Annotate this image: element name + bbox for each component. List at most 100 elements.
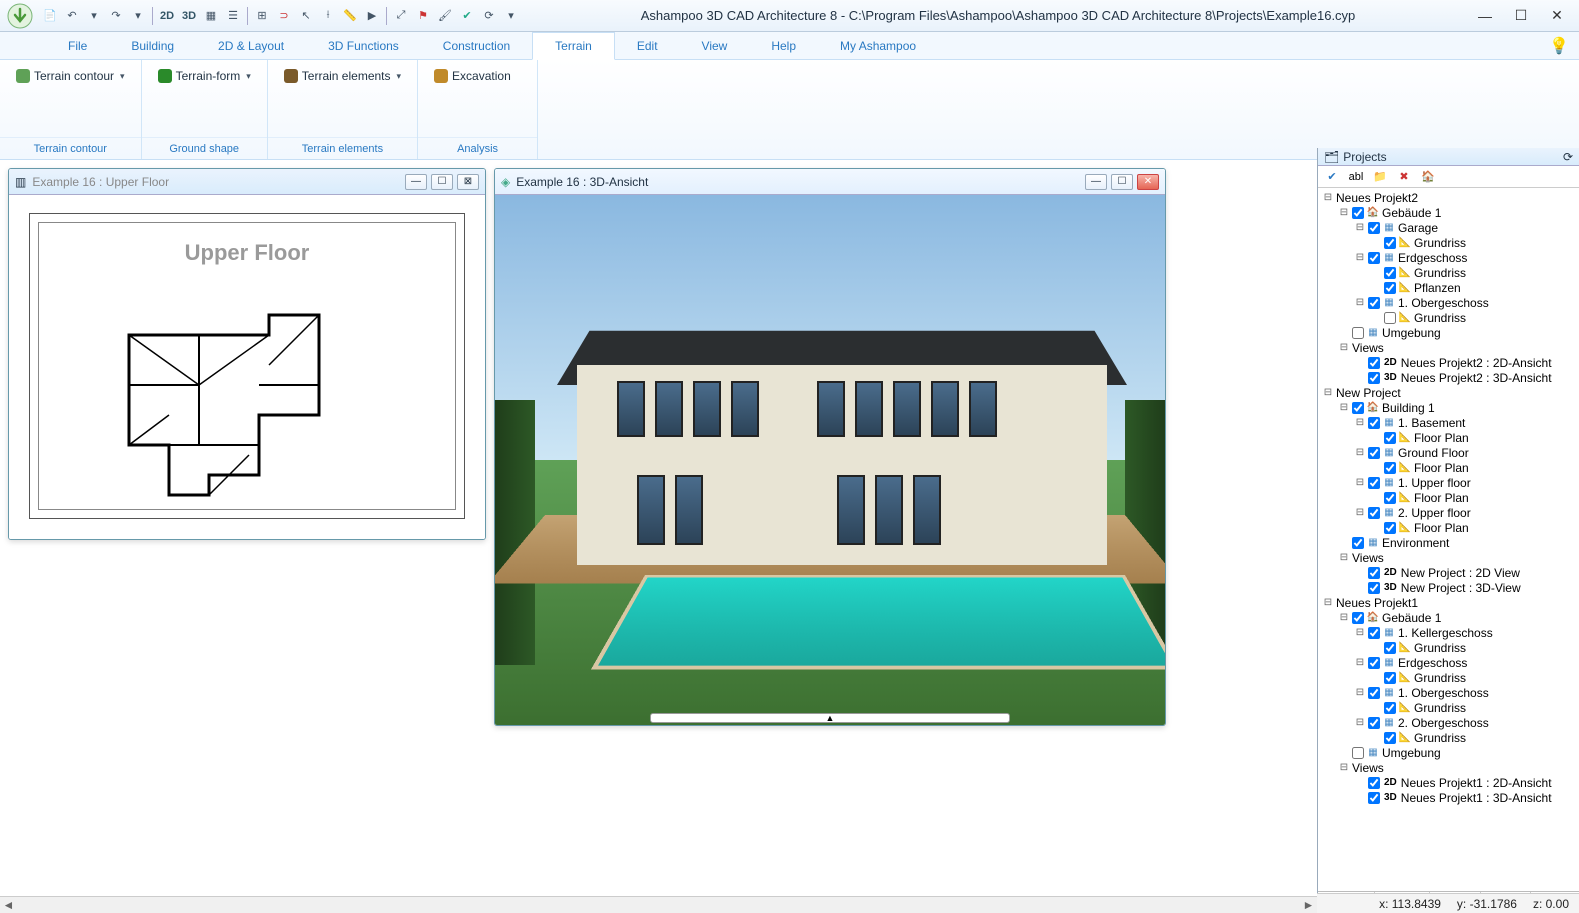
child-titlebar-2d[interactable]: ▥ Example 16 : Upper Floor — ☐ ⊠	[9, 169, 485, 195]
qat-measure-icon[interactable]: 📏	[340, 6, 360, 26]
tree-item[interactable]: 📐Grundriss	[1318, 700, 1579, 715]
expand-icon[interactable]: ⊟	[1338, 762, 1350, 773]
child-titlebar-3d[interactable]: ◈ Example 16 : 3D-Ansicht — ☐ ✕	[495, 169, 1165, 195]
qat-undo-icon[interactable]: ↶	[62, 6, 82, 26]
menu-my-ashampoo[interactable]: My Ashampoo	[818, 32, 938, 59]
tree-item[interactable]: 📐Grundriss	[1318, 235, 1579, 250]
visibility-checkbox[interactable]	[1368, 417, 1380, 429]
menu-view[interactable]: View	[680, 32, 750, 59]
expand-icon[interactable]: ⊟	[1354, 477, 1366, 488]
visibility-checkbox[interactable]	[1384, 312, 1396, 324]
visibility-checkbox[interactable]	[1352, 327, 1364, 339]
delete-icon[interactable]: ✖	[1394, 168, 1414, 186]
tree-item[interactable]: ⊟▦1. Obergeschoss	[1318, 295, 1579, 310]
ribbon-terrain-elements-button[interactable]: Terrain elements▾	[278, 66, 407, 86]
tree-item[interactable]: 3DNeues Projekt2 : 3D-Ansicht	[1318, 370, 1579, 385]
qat-expand-icon[interactable]: ⤢	[391, 6, 411, 26]
tree-item[interactable]: ⊟Neues Projekt2	[1318, 190, 1579, 205]
tree-item[interactable]: ▦Environment	[1318, 535, 1579, 550]
horizontal-scrollbar[interactable]: ◄ ►	[0, 896, 1317, 913]
qat-grid-icon[interactable]: ▦	[201, 6, 221, 26]
viewport-2d[interactable]: Upper Floor	[9, 195, 485, 539]
qat-dropdown-icon[interactable]: ▾	[501, 6, 521, 26]
tree-item[interactable]: ▦Umgebung	[1318, 745, 1579, 760]
maximize-button[interactable]: ☐	[1511, 6, 1531, 26]
child-close-button[interactable]: ⊠	[457, 174, 479, 190]
tree-item[interactable]: 2DNeues Projekt2 : 2D-Ansicht	[1318, 355, 1579, 370]
viewport-3d[interactable]: ▲	[495, 195, 1165, 725]
visibility-checkbox[interactable]	[1368, 357, 1380, 369]
expand-icon[interactable]: ⊟	[1338, 552, 1350, 563]
child-minimize-button[interactable]: —	[405, 174, 427, 190]
visibility-checkbox[interactable]	[1368, 222, 1380, 234]
visibility-checkbox[interactable]	[1384, 267, 1396, 279]
tree-item[interactable]: ⊟▦Garage	[1318, 220, 1579, 235]
expand-icon[interactable]: ⊟	[1338, 612, 1350, 623]
expand-icon[interactable]: ⊟	[1354, 252, 1366, 263]
qat-dimension-icon[interactable]: ⟊	[318, 6, 338, 26]
tree-item[interactable]: 3DNew Project : 3D-View	[1318, 580, 1579, 595]
visibility-checkbox[interactable]	[1368, 777, 1380, 789]
visibility-checkbox[interactable]	[1384, 282, 1396, 294]
qat-new-icon[interactable]: 📄	[40, 6, 60, 26]
expand-icon[interactable]: ⊟	[1354, 627, 1366, 638]
tree-item[interactable]: ⊟▦Erdgeschoss	[1318, 655, 1579, 670]
qat-magnet-icon[interactable]: ⊃	[274, 6, 294, 26]
timeline-scrubber[interactable]: ▲	[650, 713, 1010, 723]
tree-item[interactable]: 📐Grundriss	[1318, 310, 1579, 325]
tree-item[interactable]: ⊟▦Erdgeschoss	[1318, 250, 1579, 265]
child-minimize-button[interactable]: —	[1085, 174, 1107, 190]
expand-icon[interactable]: ⊟	[1322, 192, 1334, 203]
visibility-checkbox[interactable]	[1384, 237, 1396, 249]
tree-item[interactable]: ⊟🏠Building 1	[1318, 400, 1579, 415]
rename-icon[interactable]: abl	[1346, 168, 1366, 186]
expand-icon[interactable]: ⊟	[1354, 507, 1366, 518]
menu-building[interactable]: Building	[109, 32, 196, 59]
tree-item[interactable]: ⊟▦Ground Floor	[1318, 445, 1579, 460]
qat-dropdown-icon[interactable]: ▾	[128, 6, 148, 26]
app-menu-button[interactable]	[4, 0, 36, 32]
child-maximize-button[interactable]: ☐	[431, 174, 453, 190]
child-window-3d[interactable]: ◈ Example 16 : 3D-Ansicht — ☐ ✕	[494, 168, 1166, 726]
expand-icon[interactable]: ⊟	[1354, 297, 1366, 308]
expand-icon[interactable]: ⊟	[1338, 402, 1350, 413]
expand-icon[interactable]: ⊟	[1338, 207, 1350, 218]
visibility-checkbox[interactable]	[1368, 567, 1380, 579]
home-icon[interactable]: 🏠	[1418, 168, 1438, 186]
qat-redo-icon[interactable]: ↷	[106, 6, 126, 26]
child-maximize-button[interactable]: ☐	[1111, 174, 1133, 190]
qat-grid-snap-icon[interactable]: ⊞	[252, 6, 272, 26]
project-tree[interactable]: ⊟Neues Projekt2⊟🏠Gebäude 1⊟▦Garage📐Grund…	[1318, 188, 1579, 891]
tree-item[interactable]: 📐Grundriss	[1318, 265, 1579, 280]
scroll-thumb[interactable]	[17, 897, 1300, 913]
visibility-checkbox[interactable]	[1368, 507, 1380, 519]
tree-item[interactable]: ⊟▦1. Obergeschoss	[1318, 685, 1579, 700]
visibility-checkbox[interactable]	[1352, 207, 1364, 219]
visibility-checkbox[interactable]	[1384, 432, 1396, 444]
tree-item[interactable]: 2DNew Project : 2D View	[1318, 565, 1579, 580]
menu-terrain[interactable]: Terrain	[532, 32, 615, 60]
qat-paint-icon[interactable]: 🖌	[435, 6, 455, 26]
qat-flag-icon[interactable]: ⚑	[413, 6, 433, 26]
qat-cursor-icon[interactable]: ↖	[296, 6, 316, 26]
qat-check-icon[interactable]: ✔	[457, 6, 477, 26]
close-button[interactable]: ✕	[1547, 6, 1567, 26]
qat-dropdown-icon[interactable]: ▾	[84, 6, 104, 26]
visibility-checkbox[interactable]	[1368, 252, 1380, 264]
visibility-checkbox[interactable]	[1368, 627, 1380, 639]
scroll-left-icon[interactable]: ◄	[0, 897, 17, 913]
visibility-checkbox[interactable]	[1368, 372, 1380, 384]
visibility-checkbox[interactable]	[1384, 672, 1396, 684]
visibility-checkbox[interactable]	[1368, 297, 1380, 309]
tree-item[interactable]: ⊟🏠Gebäude 1	[1318, 610, 1579, 625]
visibility-checkbox[interactable]	[1384, 462, 1396, 474]
child-close-button[interactable]: ✕	[1137, 174, 1159, 190]
visibility-checkbox[interactable]	[1384, 702, 1396, 714]
tree-item[interactable]: 3DNeues Projekt1 : 3D-Ansicht	[1318, 790, 1579, 805]
visibility-checkbox[interactable]	[1368, 792, 1380, 804]
tree-item[interactable]: ⊟▦1. Basement	[1318, 415, 1579, 430]
tree-item[interactable]: ⊟New Project	[1318, 385, 1579, 400]
menu-2d-layout[interactable]: 2D & Layout	[196, 32, 306, 59]
scroll-right-icon[interactable]: ►	[1300, 897, 1317, 913]
expand-icon[interactable]: ⊟	[1322, 387, 1334, 398]
